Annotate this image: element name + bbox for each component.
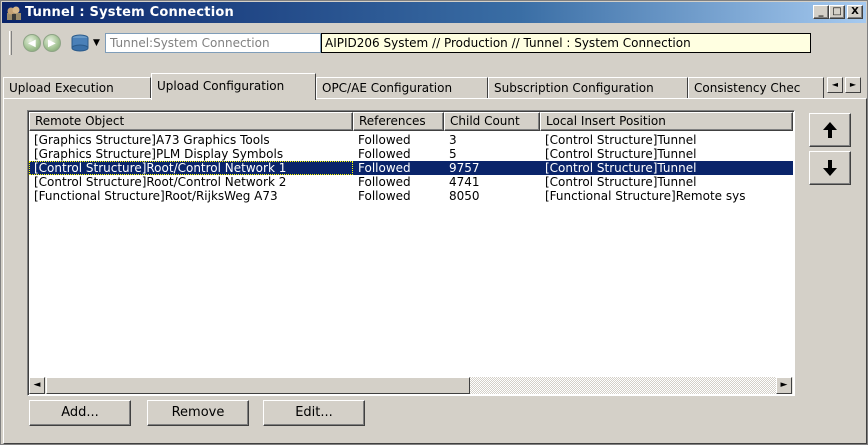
scroll-track[interactable] <box>470 377 776 394</box>
table-cell-child-count: 5 <box>449 147 457 161</box>
title-bar[interactable]: Tunnel : System Connection _ □ X <box>2 2 866 23</box>
table-row[interactable]: [Graphics Structure]PLM Display Symbols F… <box>29 147 793 161</box>
chevron-down-icon[interactable]: ▼ <box>93 38 100 48</box>
address-bar: ◀ ▶ ▼ Tunnel:System Connection AIPID206 … <box>5 27 865 59</box>
table-cell-child-count: 8050 <box>449 189 480 203</box>
scroll-right-icon[interactable]: ► <box>776 377 792 394</box>
list-body: [Graphics Structure]A73 Graphics Tools Fo… <box>29 133 793 203</box>
tab-opc-ae-configuration[interactable]: OPC/AE Configuration <box>316 77 488 99</box>
table-row[interactable]: [Control Structure]Root/Control Network … <box>29 175 793 189</box>
table-cell-references: Followed <box>358 147 411 161</box>
table-row[interactable]: [Graphics Structure]A73 Graphics Tools Fo… <box>29 133 793 147</box>
remove-button[interactable]: Remove <box>147 400 249 426</box>
tunnel-app-icon <box>6 5 22 21</box>
table-row[interactable]: [Control Structure]Root/Control Network … <box>29 161 793 175</box>
forward-arrow-icon[interactable]: ▶ <box>43 34 61 52</box>
tab-scroll-right-icon[interactable]: ► <box>845 77 861 93</box>
main-window: Tunnel : System Connection _ □ X ◀ ▶ ▼ T… <box>0 0 868 445</box>
table-cell-local-insert-position: [Control Structure]Tunnel <box>545 133 697 147</box>
location-tooltip: AIPID206 System // Production // Tunnel … <box>321 33 811 53</box>
edit-button[interactable]: Edit... <box>263 400 365 426</box>
window-controls: _ □ X <box>813 5 863 19</box>
column-header-remote-object[interactable]: Remote Object <box>29 112 353 131</box>
table-cell-child-count: 3 <box>449 133 457 147</box>
tab-strip: Upload Execution Upload Configuration OP… <box>1 73 868 100</box>
move-up-button[interactable] <box>809 113 851 147</box>
table-cell-references: Followed <box>358 133 411 147</box>
tab-consistency-check[interactable]: Consistency Chec <box>688 77 824 99</box>
table-cell-remote-object: [Functional Structure]Root/RijksWeg A73 <box>34 189 278 203</box>
table-cell-local-insert-position: [Control Structure]Tunnel <box>545 147 697 161</box>
tab-upload-configuration[interactable]: Upload Configuration <box>151 73 316 100</box>
move-down-button[interactable] <box>809 151 851 185</box>
tab-subscription-configuration[interactable]: Subscription Configuration <box>488 77 688 99</box>
back-arrow-icon[interactable]: ◀ <box>23 34 41 52</box>
table-cell-child-count: 9757 <box>444 161 540 175</box>
remote-objects-list[interactable]: Remote Object References Child Count Loc… <box>27 110 795 396</box>
table-cell-remote-object: [Control Structure]Root/Control Network … <box>34 175 287 189</box>
scroll-thumb[interactable] <box>46 377 470 394</box>
table-cell-local-insert-position: [Control Structure]Tunnel <box>545 175 697 189</box>
table-cell-references: Followed <box>353 161 444 175</box>
column-header-child-count[interactable]: Child Count <box>444 112 540 131</box>
table-row[interactable]: [Functional Structure]Root/RijksWeg A73 F… <box>29 189 793 203</box>
scroll-left-icon[interactable]: ◄ <box>29 377 45 394</box>
tab-scroll-left-icon[interactable]: ◄ <box>827 77 843 93</box>
tab-upload-execution[interactable]: Upload Execution <box>3 77 151 99</box>
close-button[interactable]: X <box>847 5 863 19</box>
table-cell-local-insert-position: [Functional Structure]Remote sys <box>545 189 746 203</box>
table-cell-child-count: 4741 <box>449 175 480 189</box>
table-cell-references: Followed <box>358 189 411 203</box>
table-cell-remote-object: [Graphics Structure]PLM Display Symbols <box>34 147 284 161</box>
list-header: Remote Object References Child Count Loc… <box>29 112 793 131</box>
table-cell-remote-object: [Control Structure]Root/Control Network … <box>29 161 353 175</box>
window-title: Tunnel : System Connection <box>25 5 234 20</box>
add-button[interactable]: Add... <box>29 400 131 426</box>
table-cell-local-insert-position: [Control Structure]Tunnel <box>540 161 793 175</box>
database-icon[interactable] <box>69 32 91 54</box>
location-field[interactable]: Tunnel:System Connection <box>105 33 321 53</box>
maximize-button[interactable]: □ <box>829 5 845 19</box>
table-cell-references: Followed <box>358 175 411 189</box>
toolbar-grip[interactable] <box>9 31 12 55</box>
column-header-references[interactable]: References <box>353 112 444 131</box>
table-cell-remote-object: [Graphics Structure]A73 Graphics Tools <box>34 133 270 147</box>
arrow-down-icon <box>823 160 837 176</box>
arrow-up-icon <box>823 122 837 138</box>
horizontal-scrollbar[interactable]: ◄ ► <box>29 377 793 394</box>
column-header-local-insert-position[interactable]: Local Insert Position <box>540 112 793 131</box>
minimize-button[interactable]: _ <box>813 5 829 19</box>
